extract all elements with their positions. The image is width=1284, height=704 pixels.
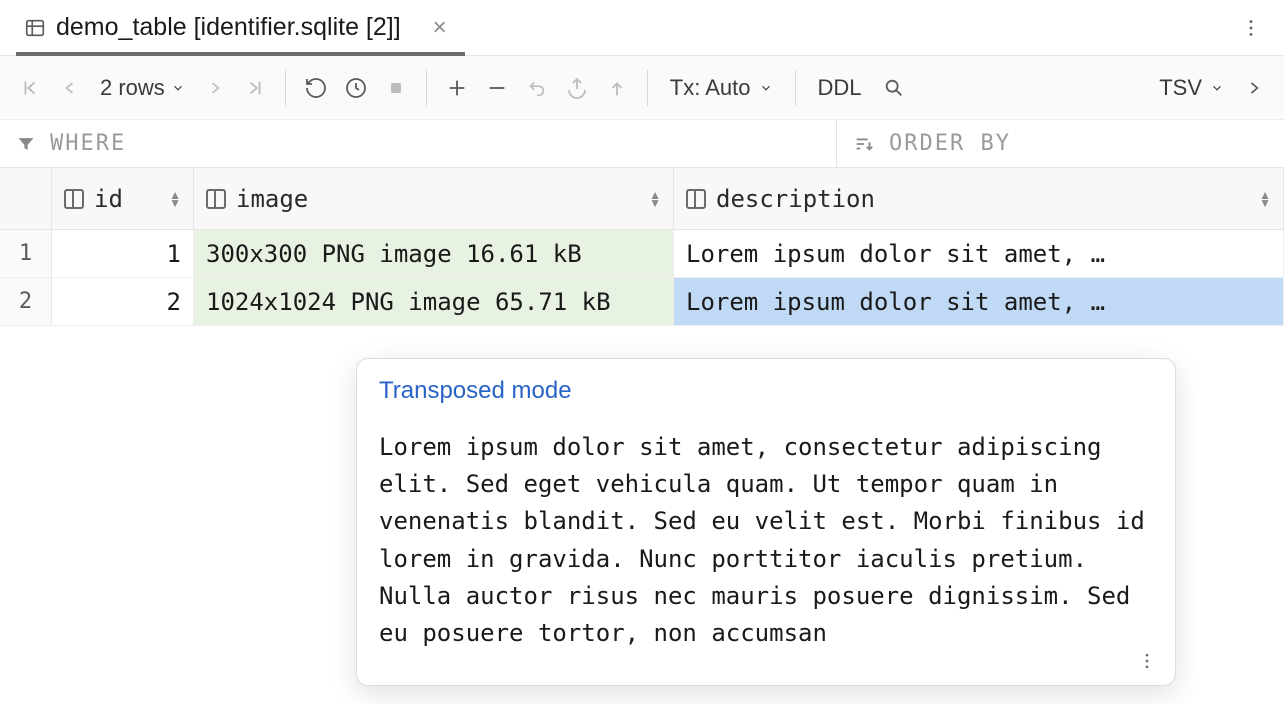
- column-label: image: [236, 185, 308, 213]
- column-icon: [64, 189, 84, 209]
- column-header-description[interactable]: description ▲▼: [674, 168, 1284, 229]
- cell-id[interactable]: 2: [52, 278, 194, 325]
- cell-id[interactable]: 1: [52, 230, 194, 277]
- chevron-down-icon: [1210, 81, 1224, 95]
- row-number[interactable]: 1: [0, 230, 52, 277]
- last-page-button[interactable]: [237, 70, 273, 106]
- table-icon: [24, 17, 46, 39]
- chevron-down-icon: [759, 81, 773, 95]
- orderby-clause-input[interactable]: ORDER BY: [836, 120, 1284, 167]
- orderby-label: ORDER BY: [889, 131, 1011, 156]
- editor-tabbar: demo_table [identifier.sqlite [2]] ×: [0, 0, 1284, 56]
- column-label: description: [716, 185, 875, 213]
- commit-button[interactable]: [599, 70, 635, 106]
- tx-mode-dropdown[interactable]: Tx: Auto: [660, 70, 783, 106]
- close-icon[interactable]: ×: [433, 14, 447, 42]
- first-page-button[interactable]: [12, 70, 48, 106]
- row-number[interactable]: 2: [0, 278, 52, 325]
- more-icon[interactable]: [1240, 17, 1262, 39]
- filter-bar: WHERE ORDER BY: [0, 120, 1284, 168]
- grid-header: id ▲▼ image ▲▼ description ▲▼: [0, 168, 1284, 230]
- ddl-label: DDL: [818, 75, 862, 101]
- cell-description[interactable]: Lorem ipsum dolor sit amet, …: [674, 230, 1284, 277]
- sort-icon: [853, 133, 875, 155]
- column-header-id[interactable]: id ▲▼: [52, 168, 194, 229]
- stop-button[interactable]: [378, 70, 414, 106]
- add-row-button[interactable]: [439, 70, 475, 106]
- data-toolbar: 2 rows Tx: Auto DDL TSV: [0, 56, 1284, 120]
- export-format-label: TSV: [1159, 75, 1202, 101]
- revert-button[interactable]: [519, 70, 555, 106]
- row-count-dropdown[interactable]: 2 rows: [92, 70, 193, 106]
- filter-icon: [16, 134, 36, 154]
- reload-button[interactable]: [298, 70, 334, 106]
- tab-title: demo_table [identifier.sqlite [2]]: [56, 13, 401, 42]
- delete-row-button[interactable]: [479, 70, 515, 106]
- sort-indicator-icon: ▲▼: [169, 191, 181, 207]
- export-format-dropdown[interactable]: TSV: [1149, 70, 1234, 106]
- tx-mode-label: Tx: Auto: [670, 75, 751, 101]
- chevron-down-icon: [171, 81, 185, 95]
- cell-image[interactable]: 1024x1024 PNG image 65.71 kB: [194, 278, 674, 325]
- transposed-mode-link[interactable]: Transposed mode: [379, 377, 1153, 405]
- popup-body-text: Lorem ipsum dolor sit amet, consectetur …: [379, 429, 1153, 652]
- cell-image[interactable]: 300x300 PNG image 16.61 kB: [194, 230, 674, 277]
- where-label: WHERE: [50, 131, 126, 156]
- column-icon: [206, 189, 226, 209]
- search-button[interactable]: [876, 70, 912, 106]
- next-page-button[interactable]: [197, 70, 233, 106]
- where-clause-input[interactable]: WHERE: [0, 120, 836, 167]
- table-row: 2 2 1024x1024 PNG image 65.71 kB Lorem i…: [0, 278, 1284, 326]
- cell-description[interactable]: Lorem ipsum dolor sit amet, …: [674, 278, 1284, 325]
- column-label: id: [94, 185, 123, 213]
- prev-page-button[interactable]: [52, 70, 88, 106]
- grid-corner[interactable]: [0, 168, 52, 229]
- ddl-button[interactable]: DDL: [808, 70, 872, 106]
- more-icon[interactable]: [1137, 651, 1157, 671]
- submit-button[interactable]: [559, 70, 595, 106]
- column-header-image[interactable]: image ▲▼: [194, 168, 674, 229]
- editor-tab[interactable]: demo_table [identifier.sqlite [2]] ×: [16, 0, 465, 55]
- sort-indicator-icon: ▲▼: [1259, 191, 1271, 207]
- table-row: 1 1 300x300 PNG image 16.61 kB Lorem ips…: [0, 230, 1284, 278]
- cell-preview-popup: Transposed mode Lorem ipsum dolor sit am…: [356, 358, 1176, 686]
- row-count-label: 2 rows: [100, 75, 165, 101]
- expand-button[interactable]: [1236, 70, 1272, 106]
- column-icon: [686, 189, 706, 209]
- sort-indicator-icon: ▲▼: [649, 191, 661, 207]
- auto-refresh-button[interactable]: [338, 70, 374, 106]
